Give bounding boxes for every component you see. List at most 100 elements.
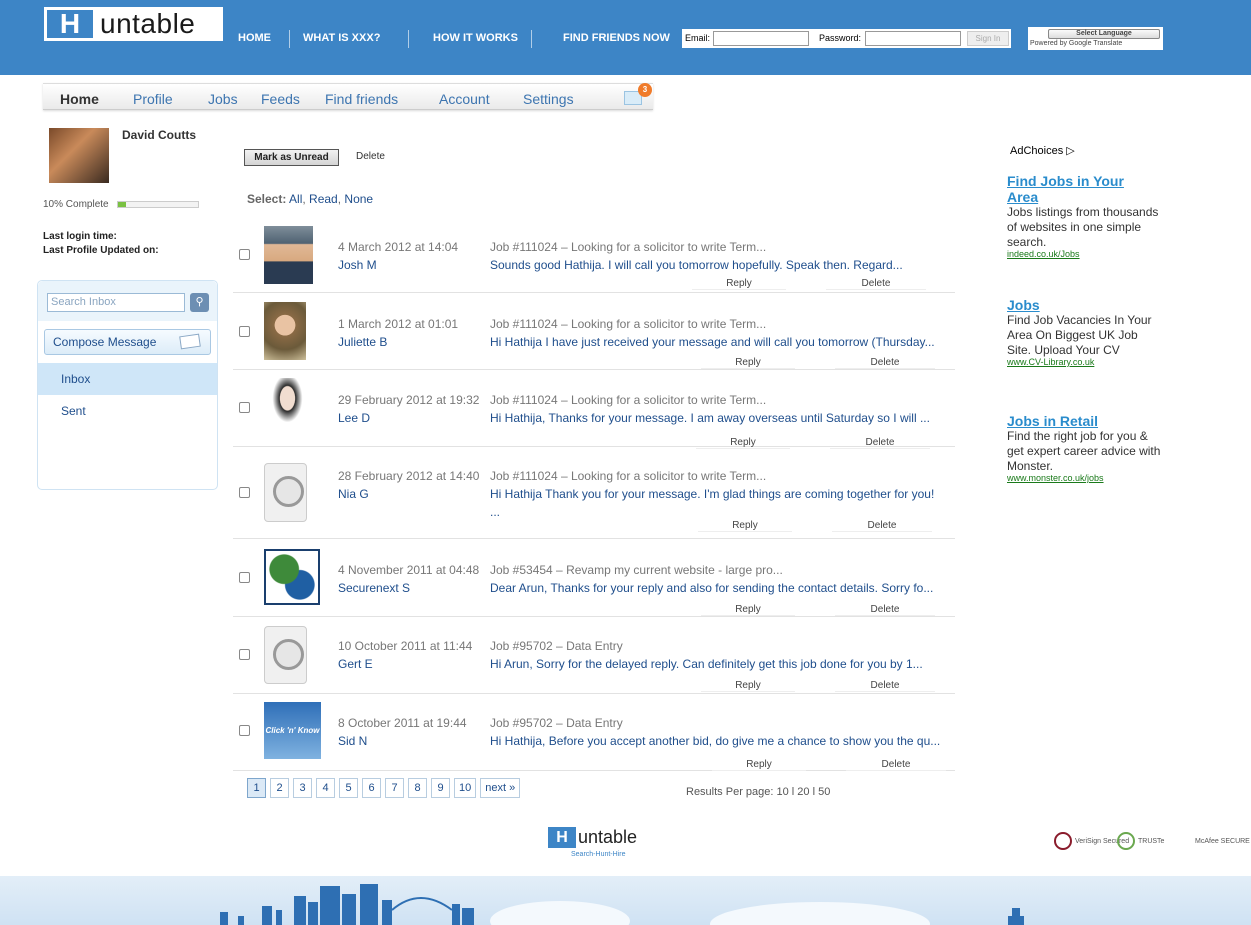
message-subject[interactable]: Job #95702 – Data Entry — [490, 639, 623, 653]
ad-url[interactable]: www.monster.co.uk/jobs — [1007, 473, 1104, 483]
message-sender[interactable]: Gert E — [338, 657, 373, 671]
page-button[interactable]: 4 — [316, 778, 335, 798]
topnav-what-is[interactable]: WHAT IS XXX? — [303, 32, 380, 44]
message-subject[interactable]: Job #111024 – Looking for a solicitor to… — [490, 469, 766, 483]
message-sender[interactable]: Lee D — [338, 411, 370, 425]
message-subject[interactable]: Job #111024 – Looking for a solicitor to… — [490, 240, 766, 254]
message-row[interactable]: Click 'n' Know 8 October 2011 at 19:44 S… — [233, 694, 955, 771]
password-field[interactable] — [865, 31, 961, 46]
reply-button[interactable]: Reply — [701, 604, 795, 616]
page-button[interactable]: 5 — [339, 778, 358, 798]
message-row[interactable]: 4 March 2012 at 14:04 Josh M Job #111024… — [233, 216, 955, 293]
message-sender[interactable]: Sid N — [338, 734, 367, 748]
message-sender[interactable]: Securenext S — [338, 581, 410, 595]
message-preview[interactable]: Hi Hathija, Thanks for your message. I a… — [490, 411, 930, 425]
ad-title[interactable]: Jobs in Retail — [1007, 413, 1157, 429]
ad-title[interactable]: Find Jobs in Your Area — [1007, 173, 1157, 205]
delete-message-button[interactable]: Delete — [832, 520, 932, 532]
message-sender[interactable]: Nia G — [338, 487, 369, 501]
delete-message-button[interactable]: Delete — [826, 278, 926, 290]
ad-url[interactable]: www.CV-Library.co.uk — [1007, 357, 1094, 367]
page-button[interactable]: 7 — [385, 778, 404, 798]
search-inbox-input[interactable]: Search Inbox — [47, 293, 185, 312]
mcafee-seal[interactable]: McAfee SECURE — [1195, 830, 1250, 852]
page-button[interactable]: 2 — [270, 778, 289, 798]
message-checkbox[interactable] — [239, 249, 250, 260]
delete-message-button[interactable]: Delete — [846, 759, 946, 771]
footer-logo[interactable]: H untable — [548, 827, 637, 848]
sidebar-item-sent[interactable]: Sent — [38, 399, 217, 423]
ad-url[interactable]: indeed.co.uk/Jobs — [1007, 249, 1080, 259]
reply-button[interactable]: Reply — [701, 357, 795, 369]
page-button[interactable]: 8 — [408, 778, 427, 798]
message-subject[interactable]: Job #111024 – Looking for a solicitor to… — [490, 393, 766, 407]
topnav-home[interactable]: HOME — [238, 32, 271, 44]
subnav-account[interactable]: Account — [439, 91, 490, 107]
huntable-logo[interactable]: H untable — [44, 7, 223, 41]
page-button[interactable]: 3 — [293, 778, 312, 798]
securenext-logo[interactable] — [264, 549, 320, 605]
delete-button[interactable]: Delete — [356, 151, 385, 162]
message-row[interactable]: 28 February 2012 at 14:40 Nia G Job #111… — [233, 447, 955, 539]
ad-title[interactable]: Jobs — [1007, 297, 1157, 313]
subnav-jobs[interactable]: Jobs — [208, 91, 238, 107]
message-subject[interactable]: Job #95702 – Data Entry — [490, 716, 623, 730]
message-checkbox[interactable] — [239, 487, 250, 498]
sender-photo[interactable] — [264, 302, 306, 360]
message-row[interactable]: 10 October 2011 at 11:44 Gert E Job #957… — [233, 617, 955, 694]
language-select[interactable]: Select Language — [1048, 29, 1160, 39]
message-preview[interactable]: Sounds good Hathija. I will call you tom… — [490, 258, 903, 272]
select-none-link[interactable]: None — [344, 192, 373, 206]
subnav-profile[interactable]: Profile — [133, 91, 173, 107]
delete-message-button[interactable]: Delete — [835, 357, 935, 369]
message-checkbox[interactable] — [239, 326, 250, 337]
reply-button[interactable]: Reply — [692, 278, 786, 290]
delete-message-button[interactable]: Delete — [835, 604, 935, 616]
avatar[interactable] — [49, 128, 109, 183]
topnav-find-friends[interactable]: FIND FRIENDS NOW — [563, 32, 670, 44]
message-row[interactable]: 29 February 2012 at 19:32 Lee D Job #111… — [233, 370, 955, 449]
sign-in-button[interactable]: Sign In — [967, 31, 1009, 46]
sender-photo[interactable] — [264, 226, 313, 284]
message-preview-more[interactable]: ... — [490, 505, 500, 519]
message-checkbox[interactable] — [239, 572, 250, 583]
message-checkbox[interactable] — [239, 725, 250, 736]
page-button[interactable]: 9 — [431, 778, 450, 798]
message-checkbox[interactable] — [239, 402, 250, 413]
message-sender[interactable]: Josh M — [338, 258, 377, 272]
page-button[interactable]: 6 — [362, 778, 381, 798]
sender-photo[interactable] — [264, 378, 311, 436]
click-n-know-logo[interactable]: Click 'n' Know — [264, 702, 321, 759]
select-all-link[interactable]: All — [289, 192, 302, 206]
reply-button[interactable]: Reply — [698, 520, 792, 532]
subnav-feeds[interactable]: Feeds — [261, 91, 300, 107]
next-page-button[interactable]: next » — [480, 778, 521, 798]
message-preview[interactable]: Hi Hathija I have just received your mes… — [490, 335, 935, 349]
message-sender[interactable]: Juliette B — [338, 335, 387, 349]
user-name[interactable]: David Coutts — [122, 128, 196, 142]
select-read-link[interactable]: Read — [309, 192, 338, 206]
adchoices-label[interactable]: AdChoices ▷ — [1010, 144, 1075, 157]
search-icon[interactable]: ⚲ — [190, 293, 209, 312]
subnav-settings[interactable]: Settings — [523, 91, 574, 107]
page-button[interactable]: 1 — [247, 778, 266, 798]
topnav-how-it-works[interactable]: HOW IT WORKS — [433, 32, 518, 44]
email-field[interactable] — [713, 31, 809, 46]
default-avatar-icon[interactable] — [264, 463, 307, 522]
default-avatar-icon[interactable] — [264, 626, 307, 684]
sidebar-item-inbox[interactable]: Inbox — [38, 363, 217, 395]
truste-seal[interactable]: TRUSTe — [1117, 830, 1164, 852]
delete-message-button[interactable]: Delete — [835, 680, 935, 692]
results-per-page[interactable]: Results Per page: 10 l 20 l 50 — [686, 786, 830, 798]
message-subject[interactable]: Job #53454 – Revamp my current website -… — [490, 563, 783, 577]
compose-message-button[interactable]: Compose Message — [44, 329, 211, 355]
message-preview[interactable]: Hi Hathija Thank you for your message. I… — [490, 487, 934, 501]
message-subject[interactable]: Job #111024 – Looking for a solicitor to… — [490, 317, 766, 331]
message-preview[interactable]: Dear Arun, Thanks for your reply and als… — [490, 581, 933, 595]
message-checkbox[interactable] — [239, 649, 250, 660]
message-row[interactable]: 1 March 2012 at 01:01 Juliette B Job #11… — [233, 293, 955, 370]
reply-button[interactable]: Reply — [712, 759, 806, 771]
subnav-find-friends[interactable]: Find friends — [325, 91, 398, 107]
reply-button[interactable]: Reply — [701, 680, 795, 692]
message-preview[interactable]: Hi Arun, Sorry for the delayed reply. Ca… — [490, 657, 923, 671]
